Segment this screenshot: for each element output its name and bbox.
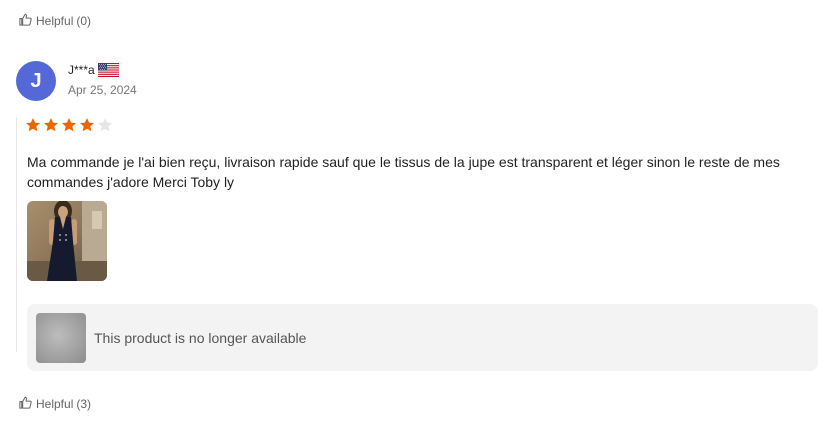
avatar-letter: J xyxy=(30,69,42,92)
review-photo[interactable] xyxy=(27,201,107,281)
star-filled-icon xyxy=(44,118,58,132)
review-text: Ma commande je l'ai bien reçu, livraison… xyxy=(27,154,780,190)
avatar: J xyxy=(16,61,56,101)
star-filled-icon xyxy=(80,118,94,132)
review-divider xyxy=(16,117,17,352)
helpful-count: (3) xyxy=(76,397,92,411)
product-card[interactable]: This product is no longer available xyxy=(27,304,818,371)
reviewer-name: J***a xyxy=(68,63,95,77)
helpful-count: (0) xyxy=(76,14,92,28)
star-filled-icon xyxy=(26,118,40,132)
helpful-button-bottom[interactable]: Helpful (3) xyxy=(18,395,91,413)
thumbs-up-icon xyxy=(18,395,33,413)
product-status: This product is no longer available xyxy=(94,329,307,346)
us-flag-icon xyxy=(97,63,119,77)
star-filled-icon xyxy=(62,118,76,132)
review-date: Apr 25, 2024 xyxy=(68,83,137,97)
reviewer-meta: J***a Apr 25, 2024 xyxy=(68,63,137,97)
thumbs-up-icon xyxy=(18,12,33,30)
star-empty-icon xyxy=(98,118,112,132)
product-thumbnail xyxy=(36,312,86,363)
helpful-label: Helpful xyxy=(36,397,74,411)
helpful-label: Helpful xyxy=(36,14,74,28)
helpful-button-top[interactable]: Helpful (0) xyxy=(18,12,91,30)
star-rating xyxy=(25,117,113,133)
review-header: J J***a Apr 25, 2024 xyxy=(16,61,137,101)
